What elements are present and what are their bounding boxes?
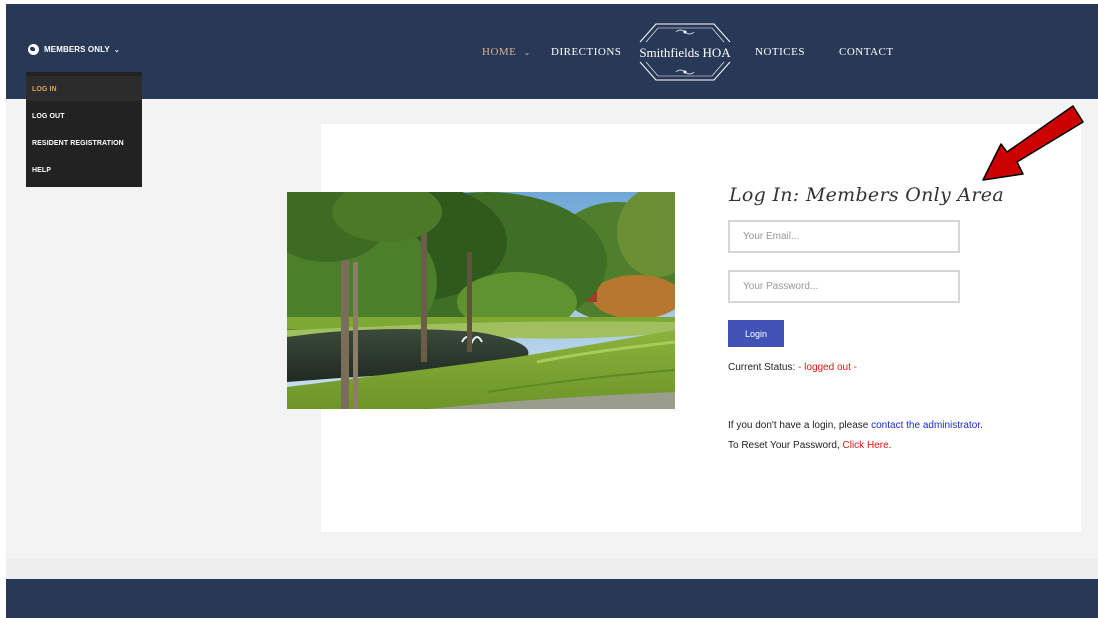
dropdown-item-log-in[interactable]: LOG IN [32, 86, 57, 93]
nav-contact-label: CONTACT [839, 46, 894, 58]
reset-text: To Reset Your Password, [728, 440, 840, 451]
login-status: Current Status: - logged out - [728, 362, 857, 373]
site-footer [6, 579, 1098, 618]
dropdown-item-help[interactable]: HELP [32, 167, 51, 174]
footer-pattern-strip [6, 559, 1098, 579]
login-title: Log In: Members Only Area [729, 184, 1004, 206]
no-login-text: If you don't have a login, please [728, 420, 869, 431]
hoa-pond-photo [287, 192, 675, 409]
email-field[interactable] [728, 220, 960, 253]
nav-directions-label: DIRECTIONS [551, 46, 622, 58]
status-label: Current Status: [728, 362, 796, 373]
members-only-label: MEMBERS ONLY [44, 45, 110, 54]
members-only-menu[interactable]: MEMBERS ONLY ⌄ [28, 44, 120, 55]
dropdown-item-resident-registration[interactable]: RESIDENT REGISTRATION [32, 140, 124, 147]
page-frame: MEMBERS ONLY ⌄ HOME ⌄ DIRECTIONS Smithfi… [6, 4, 1098, 618]
period: . [888, 440, 892, 451]
members-dropdown: LOG IN LOG OUT RESIDENT REGISTRATION HEL… [26, 72, 142, 187]
logo-text: Smithfields HOA [639, 45, 731, 60]
reset-password-message: To Reset Your Password, Click Here. [728, 440, 891, 451]
nav-home[interactable]: HOME ⌄ [482, 46, 531, 58]
status-value: - logged out - [798, 362, 857, 373]
dropdown-item-log-out[interactable]: LOG OUT [32, 113, 65, 120]
nav-directions[interactable]: DIRECTIONS [551, 46, 621, 58]
password-field[interactable] [728, 270, 960, 303]
login-button[interactable]: Login [728, 320, 784, 347]
period: . [980, 420, 983, 431]
contact-admin-link[interactable]: contact the administrator [871, 420, 980, 431]
site-header: MEMBERS ONLY ⌄ HOME ⌄ DIRECTIONS Smithfi… [6, 4, 1098, 99]
site-logo[interactable]: Smithfields HOA [632, 18, 738, 88]
red-arrow-icon [982, 105, 1084, 181]
no-login-message: If you don't have a login, please contac… [728, 420, 983, 431]
reset-password-link[interactable]: Click Here [843, 440, 889, 451]
nav-notices-label: NOTICES [755, 46, 805, 58]
nav-notices[interactable]: NOTICES [755, 46, 805, 58]
nav-home-label: HOME [482, 46, 517, 58]
nav-contact[interactable]: CONTACT [839, 46, 894, 58]
globe-icon [28, 44, 39, 55]
chevron-down-icon: ⌄ [523, 48, 531, 57]
chevron-down-icon: ⌄ [113, 46, 120, 54]
